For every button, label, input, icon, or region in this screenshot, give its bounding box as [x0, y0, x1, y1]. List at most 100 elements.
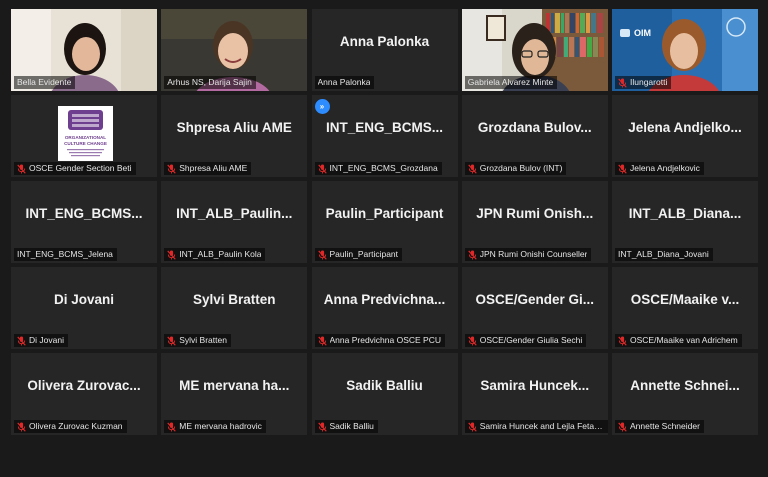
participant-display-name: Grozdana Bulov...	[477, 119, 592, 135]
participant-tile[interactable]: Anna Predvichna... Anna Predvichna OSCE …	[311, 267, 458, 349]
participant-name-tag: Gabriela Alvarez Minte	[464, 76, 558, 89]
participant-tile[interactable]: INT_ENG_BCMS... INT_ENG_BCMS_Grozdana »	[311, 95, 458, 177]
participant-name-tag: Jelena Andjelkovic	[615, 162, 704, 175]
participant-tile[interactable]: Jelena Andjelko... Jelena Andjelkovic	[612, 95, 758, 177]
participant-tile[interactable]: OIM Ilungarotti	[612, 9, 758, 91]
participant-tile[interactable]: JPN Rumi Onish... JPN Rumi Onishi Counse…	[461, 181, 608, 263]
participant-name-tag: Di Jovani	[14, 334, 68, 347]
participant-tile[interactable]: Arhus NS, Darija Sajin	[161, 9, 308, 91]
participant-name: Paulin_Participant	[329, 249, 399, 259]
participant-tile[interactable]: Grozdana Bulov... Grozdana Bulov (INT)	[461, 95, 608, 177]
participant-name-tag: OSCE/Maaike van Adrichem	[615, 334, 742, 347]
participant-display-name: INT_ALB_Paulin...	[176, 205, 293, 221]
participant-name-tag: Annette Schneider	[615, 420, 704, 433]
participant-display-name: INT_ENG_BCMS...	[325, 119, 444, 135]
participant-display-name: ME mervana ha...	[179, 377, 290, 393]
participant-name: Annette Schneider	[630, 421, 700, 431]
participant-name-tag: Arhus NS, Darija Sajin	[164, 76, 256, 89]
participant-name-tag: OSCE Gender Section Beti	[14, 162, 136, 175]
participant-tile[interactable]: Annette Schnei... Annette Schneider	[612, 353, 758, 435]
participant-name-tag: Bella Evidente	[14, 76, 76, 89]
participant-tile[interactable]: Di Jovani Di Jovani	[11, 267, 157, 349]
participant-display-name: Sylvi Bratten	[192, 291, 276, 307]
microphone-muted-icon	[468, 164, 477, 174]
participant-name-tag: Sadik Balliu	[314, 420, 378, 433]
participant-name-tag: Samira Huncek and Lejla Fetah...	[464, 420, 608, 433]
participant-name: INT_ALB_Paulin Kola	[179, 249, 262, 259]
participant-display-name: Anna Palonka	[339, 33, 430, 49]
microphone-muted-icon	[17, 336, 26, 346]
participant-name: INT_ALB_Diana_Jovani	[618, 249, 709, 259]
participant-tile[interactable]: OSCE/Gender Gi... OSCE/Gender Giulia Sec…	[461, 267, 608, 349]
participant-tile[interactable]: Paulin_Participant Paulin_Participant	[311, 181, 458, 263]
microphone-muted-icon	[17, 422, 26, 432]
participant-tile[interactable]: Olivera Zurovac... Olivera Zurovac Kuzma…	[11, 353, 157, 435]
microphone-muted-icon	[618, 422, 627, 432]
microphone-muted-icon	[468, 422, 477, 432]
participant-display-name: Annette Schnei...	[630, 377, 740, 393]
organizational-culture-change-logo: ORGANIZATIONAL CULTURE CHANGE	[58, 106, 113, 161]
gallery-view-grid: Bella Evidente Arhus NS, Darija Sajin An…	[11, 9, 758, 439]
participant-display-name: Paulin_Participant	[325, 205, 444, 221]
participant-name: Olivera Zurovac Kuzman	[29, 421, 123, 431]
participant-tile[interactable]: Anna Palonka Anna Palonka	[311, 9, 458, 91]
participant-name: JPN Rumi Onishi Counseller	[479, 249, 588, 259]
participant-tile-active-speaker[interactable]: Bella Evidente	[11, 9, 157, 91]
participant-tile[interactable]: OSCE/Maaike v... OSCE/Maaike van Adriche…	[612, 267, 758, 349]
microphone-muted-icon	[167, 336, 176, 346]
participant-name: OSCE/Gender Giulia Sechi	[479, 335, 583, 345]
participant-name: OSCE/Maaike van Adrichem	[630, 335, 738, 345]
participant-name: Shpresa Aliu AME	[179, 163, 248, 173]
participant-display-name: Samira Huncek...	[480, 377, 590, 393]
microphone-muted-icon	[167, 250, 176, 260]
participant-name-tag: Grozdana Bulov (INT)	[464, 162, 567, 175]
participant-tile[interactable]: Sylvi Bratten Sylvi Bratten	[161, 267, 308, 349]
participant-name: ME mervana hadrovic	[179, 421, 262, 431]
participant-name: Bella Evidente	[17, 77, 72, 87]
svg-text:ORGANIZATIONAL: ORGANIZATIONAL	[65, 135, 106, 140]
participant-name: Anna Predvichna OSCE PCU	[329, 335, 442, 345]
participant-display-name: JPN Rumi Onish...	[476, 205, 594, 221]
participant-display-name: OSCE/Maaike v...	[630, 291, 740, 307]
participant-name: Arhus NS, Darija Sajin	[167, 77, 252, 87]
participant-name-tag: Shpresa Aliu AME	[164, 162, 252, 175]
participant-tile[interactable]: Shpresa Aliu AME Shpresa Aliu AME	[161, 95, 308, 177]
participant-name-tag: Sylvi Bratten	[164, 334, 231, 347]
microphone-muted-icon	[317, 164, 327, 174]
microphone-muted-icon	[618, 336, 627, 346]
participant-name: Gabriela Alvarez Minte	[467, 77, 554, 87]
microphone-muted-icon	[17, 164, 26, 174]
participant-tile[interactable]: Gabriela Alvarez Minte	[461, 9, 608, 91]
participant-display-name: Jelena Andjelko...	[628, 119, 742, 135]
spotlight-icon[interactable]: »	[314, 99, 330, 114]
microphone-muted-icon	[317, 336, 327, 346]
participant-name: OSCE Gender Section Beti	[29, 163, 132, 173]
participant-display-name: INT_ENG_BCMS...	[25, 205, 143, 221]
participant-name: Di Jovani	[29, 335, 64, 345]
participant-tile[interactable]: Sadik Balliu Sadik Balliu	[311, 353, 458, 435]
participant-name: Jelena Andjelkovic	[630, 163, 700, 173]
participant-name-tag: Anna Predvichna OSCE PCU	[314, 334, 445, 347]
participant-name: INT_ENG_BCMS_Grozdana	[329, 163, 438, 173]
microphone-muted-icon	[468, 336, 477, 346]
participant-name: Samira Huncek and Lejla Fetah...	[479, 421, 604, 431]
participant-name-tag: ME mervana hadrovic	[164, 420, 266, 433]
participant-tile[interactable]: ME mervana ha... ME mervana hadrovic	[161, 353, 308, 435]
participant-name-tag: INT_ENG_BCMS_Grozdana	[314, 162, 442, 175]
participant-name-tag: OSCE/Gender Giulia Sechi	[464, 334, 587, 347]
participant-tile[interactable]: INT_ALB_Paulin... INT_ALB_Paulin Kola	[161, 181, 308, 263]
microphone-muted-icon	[618, 164, 627, 174]
participant-tile[interactable]: Samira Huncek... Samira Huncek and Lejla…	[461, 353, 608, 435]
participant-tile[interactable]: INT_ALB_Diana... INT_ALB_Diana_Jovani	[612, 181, 758, 263]
microphone-muted-icon	[317, 422, 327, 432]
microphone-muted-icon	[167, 164, 176, 174]
participant-name-tag: INT_ALB_Diana_Jovani	[615, 248, 713, 261]
participant-name-tag: Ilungarotti	[615, 76, 672, 89]
participant-name: Ilungarotti	[630, 77, 668, 87]
participant-tile[interactable]: INT_ENG_BCMS... INT_ENG_BCMS_Jelena	[11, 181, 157, 263]
microphone-muted-icon	[167, 422, 176, 432]
participant-tile[interactable]: ORGANIZATIONAL CULTURE CHANGE OSCE Gende…	[11, 95, 157, 177]
participant-name: Sylvi Bratten	[179, 335, 227, 345]
participant-name-tag: JPN Rumi Onishi Counseller	[464, 248, 592, 261]
svg-text:CULTURE CHANGE: CULTURE CHANGE	[64, 141, 107, 146]
